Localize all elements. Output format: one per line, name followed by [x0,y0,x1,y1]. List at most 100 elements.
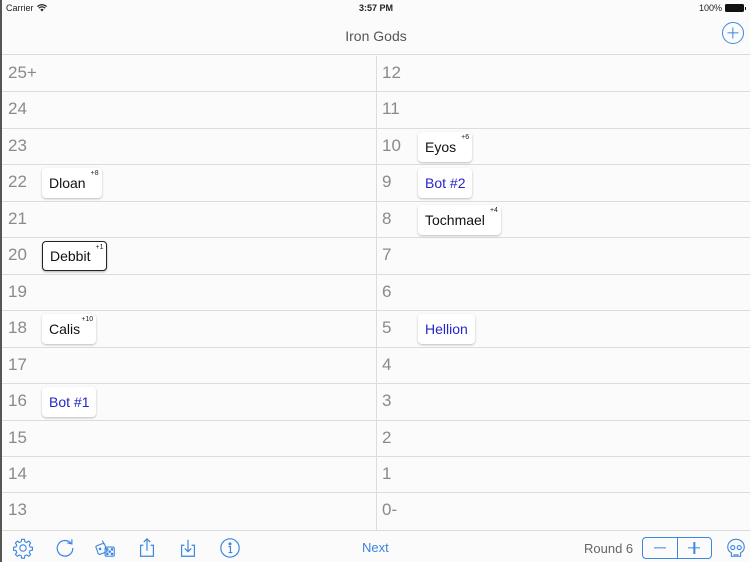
combatant-chip[interactable]: Calis +10 [42,314,97,345]
settings-button[interactable] [12,537,34,559]
initiative-row[interactable]: 8 Tochmael +4 [377,202,750,239]
initiative-row[interactable]: 17 [2,348,376,385]
initiative-number: 21 [8,208,27,228]
initiative-modifier: +6 [461,133,470,141]
initiative-number: 6 [382,281,392,301]
combatant-name: Debbit [50,248,91,265]
initiative-number: 12 [382,63,401,82]
round-stepper [642,537,712,559]
import-icon [180,539,196,557]
initiative-number: 17 [8,354,27,374]
combatant-chip[interactable]: Hellion [418,314,475,345]
initiative-number: 16 [8,391,27,411]
initiative-number: 3 [382,391,392,411]
initiative-number: 24 [8,99,27,119]
initiative-number: 23 [8,135,27,155]
combatant-name: Calis [49,321,81,338]
combatant-chip[interactable]: Tochmael +4 [418,204,501,235]
initiative-row[interactable]: 5 Hellion [377,311,750,348]
initiative-modifier: +4 [489,206,498,214]
reset-button[interactable] [54,537,76,559]
initiative-row[interactable]: 3 [377,384,750,421]
initiative-row[interactable]: 13 [2,493,376,529]
initiative-number: 14 [8,463,27,483]
share-button[interactable] [136,537,158,559]
share-icon [139,537,155,557]
battery-indicator: 100% [698,3,746,13]
initiative-grid: 25+ 24 23 22 Dloan +8 21 20 Debbit +1 19 18 Calis +10… [2,56,750,530]
initiative-row[interactable]: 15 [2,421,376,457]
initiative-number: 5 [382,318,392,338]
initiative-number: 10 [382,135,401,155]
initiative-row[interactable]: 18 Calis +10 [2,311,376,348]
skull-icon [727,538,745,557]
combatant-name: Tochmael [425,211,485,228]
initiative-row[interactable]: 6 [377,275,750,312]
navigation-bar: Iron Gods [2,18,750,55]
initiative-number: 8 [382,208,392,228]
round-counter: Round 6 [584,541,634,556]
combatant-name: Bot #2 [425,175,466,192]
combatant-name: Dloan [49,175,86,192]
info-button[interactable] [219,537,241,559]
dice-icon [95,540,115,557]
initiative-column-left: 25+ 24 23 22 Dloan +8 21 20 Debbit +1 19 18 Calis +10… [2,56,376,530]
initiative-row[interactable]: 10 Eyos +6 [377,129,750,166]
kill-button[interactable] [725,537,747,559]
page-title: Iron Gods [345,28,407,44]
initiative-row[interactable]: 21 [2,202,376,239]
initiative-row[interactable]: 23 [2,129,376,166]
battery-percent: 100% [698,3,722,13]
initiative-number: 7 [382,245,392,265]
initiative-modifier: +8 [90,170,99,178]
initiative-number: 0- [382,500,398,520]
initiative-row[interactable]: 4 [377,348,750,385]
combatant-chip[interactable]: Bot #1 [42,387,97,418]
initiative-row[interactable]: 22 Dloan +8 [2,165,376,202]
initiative-row[interactable]: 25+ [2,56,376,93]
initiative-number: 22 [8,172,27,192]
roll-dice-button[interactable] [95,537,117,559]
initiative-row[interactable]: 20 Debbit +1 [2,238,376,275]
next-turn-button[interactable]: Next [362,540,389,555]
initiative-number: 1 [382,463,392,483]
clock: 3:57 PM [358,3,393,13]
info-icon [220,538,240,558]
initiative-modifier: +10 [81,316,94,324]
initiative-number: 15 [8,427,27,447]
initiative-row[interactable]: 19 [2,275,376,312]
initiative-row[interactable]: 14 [2,457,376,494]
combatant-name: Eyos [425,138,457,155]
initiative-row[interactable]: 11 [377,92,750,129]
refresh-icon [56,539,74,557]
initiative-row[interactable]: 1 [377,457,750,494]
initiative-number: 20 [8,245,27,265]
initiative-column-right: 12 11 10 Eyos +6 9 Bot #2 8 Tochmael +4 7 6 5 Hellion… [376,56,750,530]
combatant-name: Hellion [425,321,468,338]
combatant-chip[interactable]: Eyos +6 [418,131,473,162]
initiative-modifier: +1 [95,244,104,252]
combatant-chip[interactable]: Dloan +8 [42,168,102,199]
combatant-name: Bot #1 [49,394,90,411]
initiative-row[interactable]: 16 Bot #1 [2,384,376,421]
initiative-number: 4 [382,354,392,374]
add-combatant-button[interactable] [722,22,744,44]
combatant-chip[interactable]: Bot #2 [418,168,473,199]
combatant-chip[interactable]: Debbit +1 [42,241,108,272]
round-decrement-button[interactable] [643,538,677,558]
initiative-number: 13 [8,500,27,520]
initiative-row[interactable]: 0- [377,493,750,529]
initiative-number: 9 [382,172,392,192]
battery-icon [725,4,746,12]
initiative-row[interactable]: 9 Bot #2 [377,165,750,202]
initiative-row[interactable]: 12 [377,56,750,93]
initiative-row[interactable]: 24 [2,92,376,129]
gear-icon [13,538,33,559]
round-increment-button[interactable] [676,538,712,558]
import-button[interactable] [177,537,199,559]
app-window: Carrier 3:57 PM 100% Iron Gods 25+ 24 23 22… [0,0,750,562]
bottom-toolbar: Next Round 6 [2,530,750,562]
initiative-number: 25+ [8,63,37,82]
initiative-row[interactable]: 2 [377,421,750,457]
initiative-row[interactable]: 7 [377,238,750,275]
